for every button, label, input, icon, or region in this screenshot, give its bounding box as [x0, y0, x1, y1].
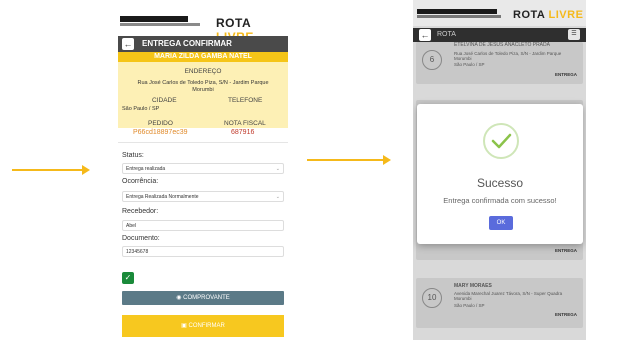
- occurrence-select[interactable]: Entrega Realizada Normalmente ⌄: [122, 191, 284, 202]
- order-label: PEDIDO: [148, 120, 173, 127]
- modal-message: Entrega confirmada com sucesso!: [443, 196, 557, 205]
- occurrence-selected-value: Entrega Realizada Normalmente: [126, 194, 199, 200]
- address-label: ENDEREÇO: [184, 68, 222, 75]
- proof-button-label: COMPROVANTE: [183, 295, 230, 301]
- menu-icon[interactable]: ☰: [568, 29, 580, 40]
- route-card[interactable]: 10 MARY MORAES Avenida Marechal Juarez T…: [416, 278, 583, 328]
- status-bar: ROTA LIVRE: [118, 10, 288, 44]
- occurrence-label: Ocorrência:: [122, 178, 159, 185]
- card-name: MARY MORAES: [454, 283, 492, 289]
- client-name: MARIA ZILDA GAMBA NATEL: [118, 52, 288, 62]
- page-title: ENTREGA CONFIRMAR: [142, 39, 232, 48]
- confirm-button-label: CONFIRMAR: [188, 323, 225, 329]
- app-logo: ROTA LIVRE: [513, 9, 584, 21]
- success-check-icon: [483, 123, 519, 159]
- stop-number: 6: [422, 50, 442, 70]
- app-header: ← ROTA ☰: [413, 28, 586, 42]
- card-city: São Paulo / SP: [454, 303, 485, 308]
- city-value: São Paulo / SP: [122, 106, 160, 112]
- status-selected-value: Entrega realizada: [126, 166, 166, 172]
- card-name: ETELVINA DE JESUS ANACLETO PRADA: [454, 42, 550, 48]
- city-label: CIDADE: [152, 97, 177, 104]
- receiver-label: Recebedor:: [122, 208, 159, 215]
- ok-button[interactable]: OK: [489, 216, 513, 230]
- divider: [118, 142, 288, 143]
- delivery-confirm-screen: ROTA LIVRE ← ENTREGA CONFIRMAR MARIA ZIL…: [118, 10, 288, 340]
- flow-arrow-right-head: [383, 155, 391, 165]
- back-button[interactable]: ←: [419, 29, 431, 41]
- confirm-button[interactable]: ▣ CONFIRMAR: [122, 315, 284, 337]
- flow-arrow-left-head: [82, 165, 90, 175]
- chevron-down-icon: ⌄: [275, 166, 280, 172]
- status-bar: ROTA LIVRE: [413, 0, 586, 26]
- success-modal: Sucesso Entrega confirmada com sucesso! …: [417, 104, 583, 244]
- modal-title: Sucesso: [476, 176, 524, 190]
- flow-arrow-left: [12, 169, 82, 171]
- stop-number: 10: [422, 288, 442, 308]
- route-screen: ROTA LIVRE ← ROTA ☰ 6 ETELVINA DE JESUS …: [413, 0, 586, 340]
- flow-arrow-right: [307, 159, 383, 161]
- check-icon: ✓: [124, 273, 132, 282]
- card-tag: ENTREGA: [554, 72, 577, 77]
- receiver-value: Abel: [126, 223, 137, 229]
- card-address: Rua José Carlos de Toledo Piza, S/N - Ja…: [454, 51, 562, 61]
- document-label: Documento:: [122, 235, 160, 242]
- card-city: São Paulo / SP: [454, 62, 485, 67]
- phone-label: TELEFONE: [228, 97, 263, 104]
- address-value: Rua José Carlos de Toledo Piza, S/N - Ja…: [137, 80, 269, 93]
- receiver-input[interactable]: Abel: [122, 220, 284, 231]
- card-address: Avenida Marechal Juarez Távora, S/N - Su…: [454, 291, 563, 301]
- order-value: P66cd18897ec39: [133, 129, 188, 136]
- route-card[interactable]: 6 ETELVINA DE JESUS ANACLETO PRADA Rua J…: [416, 42, 583, 84]
- app-header: ← ENTREGA CONFIRMAR: [118, 36, 288, 52]
- save-icon: ▣: [181, 323, 187, 329]
- invoice-value: 687916: [231, 129, 255, 136]
- proof-button[interactable]: ◉ COMPROVANTE: [122, 291, 284, 305]
- document-value: 12345678: [126, 249, 149, 255]
- status-select[interactable]: Entrega realizada ⌄: [122, 163, 284, 174]
- status-label: Status:: [122, 152, 144, 159]
- back-button[interactable]: ←: [122, 38, 134, 50]
- confirm-checkbox[interactable]: ✓: [122, 272, 134, 284]
- invoice-label: NOTA FISCAL: [224, 120, 266, 127]
- chevron-down-icon: ⌄: [275, 194, 280, 200]
- card-tag: ENTREGA: [554, 312, 577, 317]
- page-title: ROTA: [437, 31, 456, 38]
- card-tag: ENTREGA: [554, 248, 577, 253]
- camera-icon: ◉: [176, 295, 182, 301]
- document-input[interactable]: 12345678: [122, 246, 284, 257]
